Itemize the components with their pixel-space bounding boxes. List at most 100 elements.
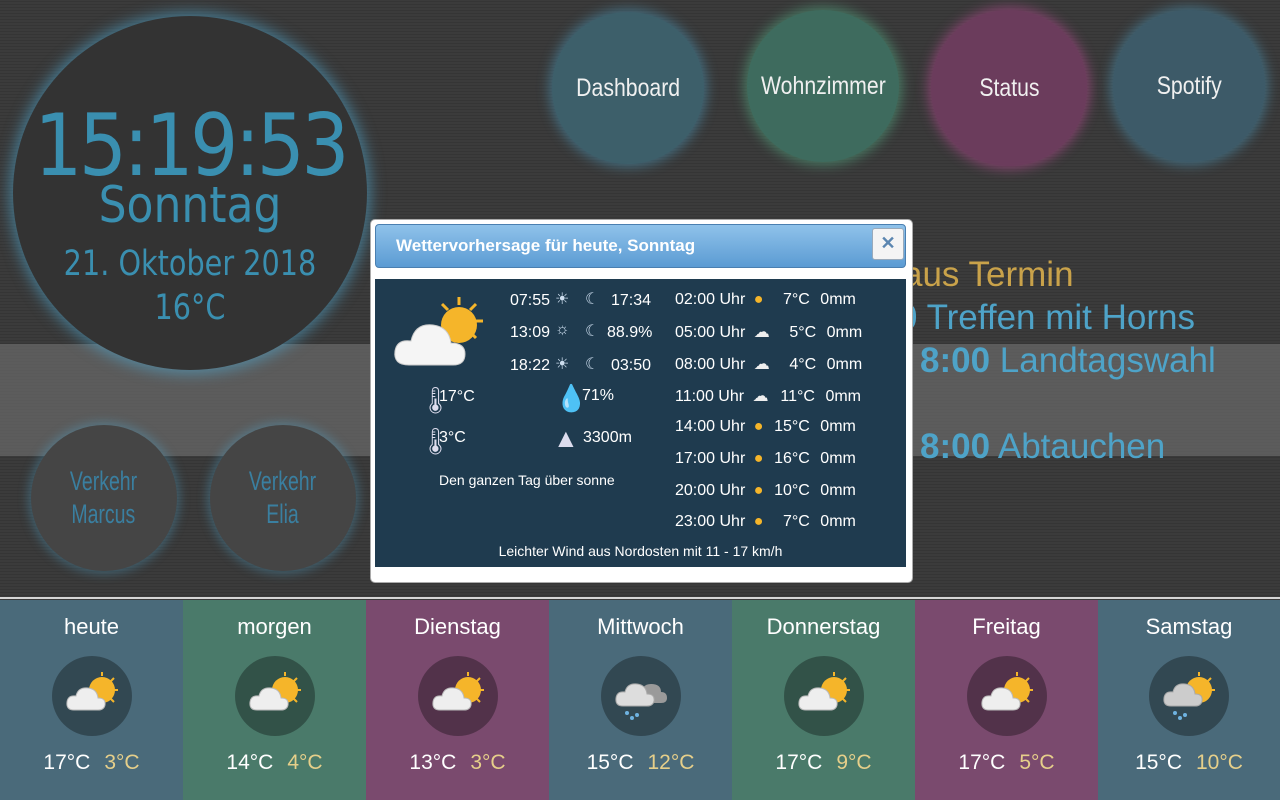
forecast-day-name: Mittwoch <box>597 614 684 639</box>
nav-wohnzimmer-label: Wohnzimmer <box>760 71 886 100</box>
weather-dialog: Wettervorhersage für heute, Sonntag ✕ 07… <box>370 219 913 583</box>
traffic-marcus-button[interactable]: Verkehr Marcus <box>31 425 177 571</box>
forecast-low: 10°C <box>1196 751 1243 774</box>
sun-icon: ● <box>753 482 764 499</box>
calendar-entry-text: Abtauchen <box>997 427 1166 466</box>
sunset-icon: ☀ <box>555 356 570 373</box>
moon-phase-icon: ☾ <box>585 323 600 340</box>
moonrise-icon: ☾ <box>585 291 600 308</box>
forecast-day[interactable]: morgen 14°C 4°C <box>183 600 366 800</box>
forecast-temps: 17°C 9°C <box>732 751 915 775</box>
hourly-rain: 0mm <box>820 291 856 308</box>
cloud-sun-icon <box>51 656 132 736</box>
hourly-temp: 4°C <box>789 356 817 373</box>
forecast-low: 5°C <box>1019 751 1055 774</box>
noon-sun-icon: ☼ <box>555 321 570 338</box>
sun-icon: ● <box>753 513 764 530</box>
clock-temperature: 16°C <box>154 288 226 328</box>
hourly-rain: 0mm <box>826 356 863 373</box>
calendar-entry: 0 Treffen mit Horns <box>898 298 1195 338</box>
moonset-time: 03:50 <box>611 357 652 374</box>
cloud-sun-icon: ☁ <box>752 388 769 405</box>
traffic-elia-line2: Elia <box>266 499 300 529</box>
sun-icon: ● <box>753 450 764 467</box>
cloud-sun-icon <box>783 656 864 736</box>
calendar-entry: aus Termin <box>903 255 1074 295</box>
forecast-temps: 13°C 3°C <box>366 751 549 775</box>
forecast-temps: 17°C 5°C <box>915 751 1098 775</box>
forecast-day[interactable]: Dienstag 13°C 3°C <box>366 600 549 800</box>
forecast-day[interactable]: Samstag 15°C 10°C <box>1098 600 1280 800</box>
forecast-low: 3°C <box>104 751 140 774</box>
nav-status-button[interactable]: Status <box>931 10 1087 166</box>
calendar-entry-text: Landtagswahl <box>999 341 1216 380</box>
forecast-low: 12°C <box>647 751 695 774</box>
hourly-time: 11:00 Uhr <box>675 388 745 405</box>
cloud-sun-icon: ☁ <box>753 356 770 373</box>
forecast-day[interactable]: heute 17°C 3°C <box>0 600 183 800</box>
traffic-marcus-line1: Verkehr <box>70 466 138 496</box>
calendar-entry: 8:00 Abtauchen <box>920 427 1165 467</box>
max-temperature: 17°C <box>439 388 475 405</box>
forecast-high: 13°C <box>409 751 457 774</box>
mountain-icon: ▲ <box>553 423 579 453</box>
humidity-value: 71% <box>582 387 615 404</box>
forecast-temps: 15°C 10°C <box>1098 751 1280 775</box>
forecast-low: 9°C <box>836 751 872 774</box>
hourly-row: 20:00 Uhr ● 10°C 0mm <box>675 482 856 500</box>
sun-icon: ● <box>753 291 764 308</box>
forecast-day[interactable]: Donnerstag 17°C 9°C <box>732 600 915 800</box>
rain-cloud-sun-icon <box>1149 656 1229 736</box>
forecast-day[interactable]: Freitag 17°C 5°C <box>915 600 1098 800</box>
calendar-entry-time: 8:00 <box>920 341 991 380</box>
forecast-high: 17°C <box>775 751 823 774</box>
dialog-title: Wettervorhersage für heute, Sonntag <box>396 236 696 255</box>
sunrise-time: 07:55 <box>510 292 551 309</box>
clock-date: 21. Oktober 2018 <box>63 244 317 284</box>
hourly-temp: 10°C <box>774 482 810 499</box>
clock-widget: 15:19:53 Sonntag 21. Oktober 2018 16°C <box>13 16 367 370</box>
calendar-entry-text: Treffen mit Horns <box>926 298 1195 337</box>
calendar-entry-text: aus Termin <box>903 255 1074 294</box>
moonrise-time: 17:34 <box>611 292 652 309</box>
hourly-temp: 15°C <box>774 418 810 435</box>
forecast-strip: heute 17°C 3°C morgen 14°C 4°C Dienstag 13… <box>0 600 1280 800</box>
nav-dashboard-button[interactable]: Dashboard <box>552 12 704 164</box>
forecast-day[interactable]: Mittwoch 15°C 12°C <box>549 600 732 800</box>
hourly-time: 08:00 Uhr <box>675 356 746 373</box>
close-icon[interactable]: ✕ <box>872 228 904 260</box>
traffic-marcus-line2: Marcus <box>72 499 136 529</box>
divider <box>0 597 1280 599</box>
hourly-row: 14:00 Uhr ● 15°C 0mm <box>675 418 856 436</box>
noon-time: 13:09 <box>510 324 551 341</box>
cloud-sun-icon: ☁ <box>753 324 770 341</box>
hourly-rain: 0mm <box>820 482 856 499</box>
snowline-value: 3300m <box>583 429 632 446</box>
hourly-rain: 0mm <box>825 388 861 405</box>
hourly-row: 02:00 Uhr ● 7°C 0mm <box>675 291 856 309</box>
traffic-elia-button[interactable]: Verkehr Elia <box>210 425 356 571</box>
hourly-time: 17:00 Uhr <box>675 450 746 467</box>
moonset-icon: ☾ <box>585 356 600 373</box>
moon-illumination: 88.9% <box>607 324 653 341</box>
hourly-temp: 16°C <box>774 450 810 467</box>
hourly-row: 05:00 Uhr ☁ 5°C 0mm <box>675 322 862 342</box>
forecast-high: 15°C <box>586 751 634 774</box>
hourly-row: 08:00 Uhr ☁ 4°C 0mm <box>675 354 862 374</box>
hourly-temp: 7°C <box>782 513 810 530</box>
hourly-time: 02:00 Uhr <box>675 291 746 308</box>
hourly-rain: 0mm <box>820 418 856 435</box>
sun-icon: ● <box>753 418 764 435</box>
hourly-temp: 5°C <box>789 324 817 341</box>
forecast-high: 14°C <box>226 751 274 774</box>
hourly-temp: 11°C <box>780 388 815 405</box>
forecast-day-name: morgen <box>237 614 312 639</box>
dialog-titlebar[interactable]: Wettervorhersage für heute, Sonntag <box>375 224 906 268</box>
hourly-row: 23:00 Uhr ● 7°C 0mm <box>675 513 856 531</box>
hourly-temp: 7°C <box>782 291 810 308</box>
hourly-row: 11:00 Uhr ☁ 11°C 0mm <box>675 386 861 406</box>
forecast-high: 17°C <box>958 751 1006 774</box>
forecast-day-name: Donnerstag <box>766 614 881 639</box>
nav-spotify-button[interactable]: Spotify <box>1113 10 1265 162</box>
nav-wohnzimmer-button[interactable]: Wohnzimmer <box>747 10 899 162</box>
